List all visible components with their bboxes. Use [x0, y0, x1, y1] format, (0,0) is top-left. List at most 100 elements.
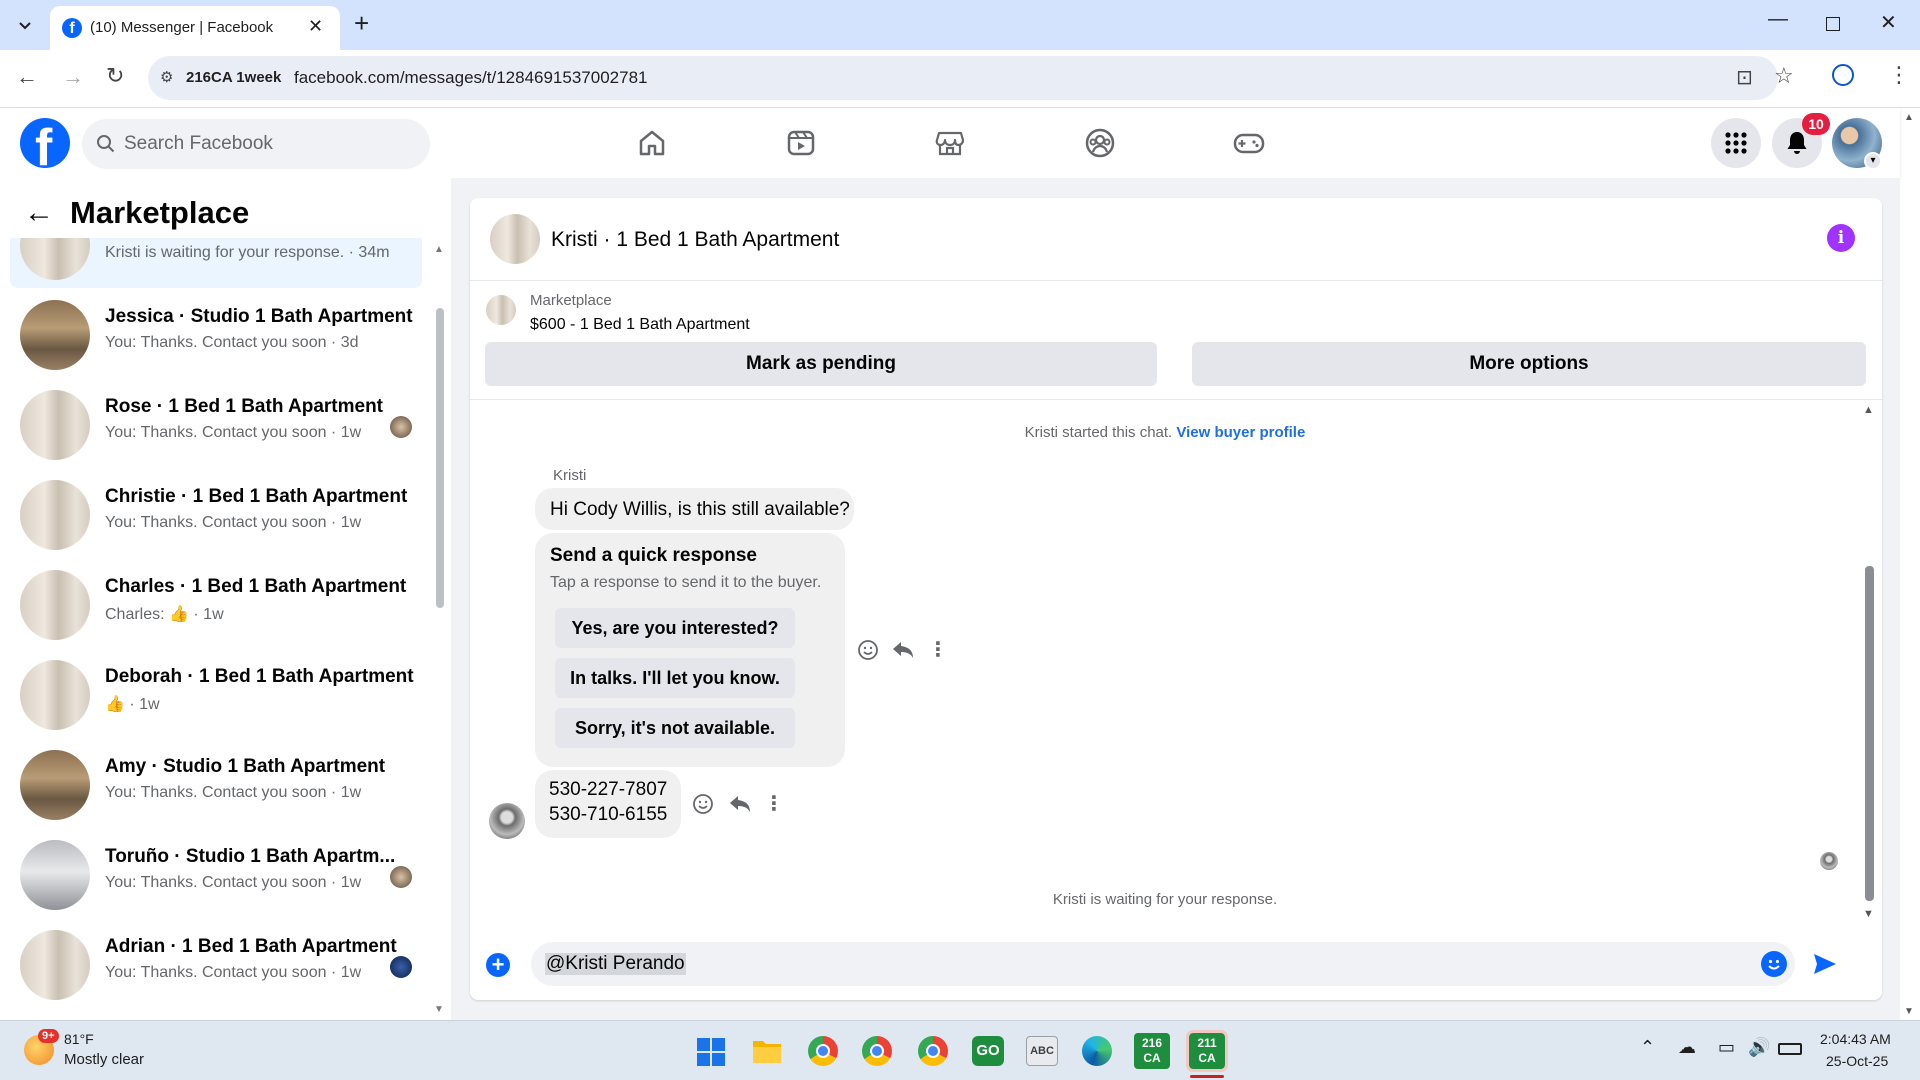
sidebar-title: Marketplace	[70, 195, 250, 230]
tab-search-button[interactable]	[10, 10, 40, 40]
new-tab-icon[interactable]: +	[354, 8, 369, 39]
conversation-list: Kristi · 1 Bed 1 Bath ApartmentKristi is…	[0, 238, 430, 1020]
minimize-icon[interactable]: —	[1768, 8, 1788, 31]
conversation-item[interactable]: Kristi · 1 Bed 1 Bath ApartmentKristi is…	[10, 238, 422, 288]
info-icon[interactable]: i	[1827, 224, 1855, 252]
browser-tab-active[interactable]: f (10) Messenger | Facebook ✕	[50, 6, 340, 50]
windows-taskbar: 9+ 81°F Mostly clear GO ABC 216 CA 211 C…	[0, 1020, 1920, 1080]
display-icon[interactable]: ▭	[1718, 1037, 1735, 1058]
weather-temp[interactable]: 81°F	[64, 1031, 94, 1047]
file-explorer-icon[interactable]	[752, 1038, 782, 1064]
message-more-icon-2[interactable]: ⋮	[764, 791, 784, 816]
react-emoji-icon[interactable]	[857, 639, 879, 661]
show-hidden-icons[interactable]: ⌃	[1640, 1037, 1655, 1058]
reply-icon[interactable]	[891, 640, 915, 660]
facebook-logo-icon[interactable]: f	[20, 118, 70, 168]
weather-description[interactable]: Mostly clear	[64, 1051, 144, 1068]
first-message-text: Hi Cody Willis, is this still available?	[550, 499, 850, 520]
url-text[interactable]: facebook.com/messages/t/1284691537002781	[294, 68, 647, 88]
message-bubble-first[interactable]: Hi Cody Willis, is this still available?	[535, 488, 854, 530]
conversation-title: Deborah · 1 Bed 1 Bath Apartment	[105, 666, 414, 687]
site-info-label[interactable]: 216CA 1week	[186, 69, 281, 86]
omnibox[interactable]: ⚙ 216CA 1week facebook.com/messages/t/12…	[148, 56, 1778, 100]
battery-icon[interactable]	[1778, 1043, 1802, 1055]
nav-home[interactable]	[592, 118, 712, 168]
nav-marketplace[interactable]	[890, 118, 1010, 168]
onedrive-icon[interactable]: ☁	[1678, 1037, 1696, 1058]
phone-number-1: 530-227-7807	[549, 779, 668, 800]
conversation-item[interactable]: Christie · 1 Bed 1 Bath Apartment You: Th…	[10, 472, 422, 558]
edge-icon[interactable]	[1082, 1036, 1112, 1066]
nav-video[interactable]	[741, 118, 861, 168]
sidebar-scroll-up-icon[interactable]: ▲	[434, 244, 444, 255]
menu-grid-button[interactable]	[1711, 118, 1761, 168]
conversation-item[interactable]: Deborah · 1 Bed 1 Bath Apartment 👍 · 1w	[10, 652, 422, 738]
message-bubble-phones[interactable]: 530-227-7807 530-710-6155	[535, 770, 681, 838]
reply-icon-2[interactable]	[728, 794, 752, 814]
clock-time[interactable]: 2:04:43 AM	[1820, 1031, 1891, 1047]
mark-as-pending-button[interactable]: Mark as pending	[485, 342, 1157, 386]
chrome-profile-3-icon[interactable]	[918, 1036, 948, 1066]
app-211ca-icon[interactable]: 211 CA	[1186, 1030, 1228, 1072]
conversation-item[interactable]: Amy · Studio 1 Bath Apartment You: Thanks…	[10, 742, 422, 828]
site-info-icon[interactable]: ⚙	[160, 68, 180, 88]
volume-icon[interactable]: 🔊	[1748, 1037, 1770, 1058]
emoji-picker-icon[interactable]	[1761, 951, 1787, 977]
quick-response-not-available-button[interactable]: Sorry, it's not available.	[555, 708, 795, 748]
send-icon[interactable]	[1812, 952, 1838, 976]
page-scroll-down-icon[interactable]: ▼	[1904, 1006, 1914, 1017]
conversation-item[interactable]: Charles · 1 Bed 1 Bath Apartment Charles:…	[10, 562, 422, 648]
tab-close-icon[interactable]: ✕	[308, 16, 323, 37]
chrome-icon[interactable]	[808, 1036, 838, 1066]
conversation-snippet: You: Thanks. Contact you soon · 1w	[105, 784, 362, 801]
sidebar-scroll-down-icon[interactable]: ▼	[434, 1004, 444, 1015]
profile-icon[interactable]	[1832, 64, 1854, 86]
chat-header-avatar[interactable]	[490, 214, 540, 264]
nav-gaming[interactable]	[1189, 118, 1309, 168]
install-app-icon[interactable]: ⊡	[1736, 65, 1753, 90]
sender-avatar-small[interactable]	[489, 803, 525, 839]
conversation-title: Christie · 1 Bed 1 Bath Apartment	[105, 486, 408, 507]
more-options-button[interactable]: More options	[1192, 342, 1866, 386]
nav-groups[interactable]	[1040, 118, 1160, 168]
search-facebook-input[interactable]: Search Facebook	[82, 119, 430, 169]
message-more-icon[interactable]: ⋮	[928, 637, 948, 662]
back-arrow-icon[interactable]: ←	[24, 196, 54, 230]
seen-by-avatar	[390, 866, 412, 888]
abc-app-icon[interactable]: ABC	[1026, 1036, 1058, 1066]
quick-response-title: Send a quick response	[550, 545, 757, 566]
clock-date[interactable]: 25-Oct-25	[1826, 1053, 1888, 1069]
conversation-item[interactable]: Jessica · Studio 1 Bath Apartment You: Th…	[10, 292, 422, 378]
restore-icon[interactable]	[1826, 17, 1840, 31]
go-app-icon[interactable]: GO	[972, 1036, 1004, 1066]
conversation-item[interactable]: Adrian · 1 Bed 1 Bath Apartment You: Than…	[10, 922, 422, 1008]
page-scroll-up-icon[interactable]: ▲	[1904, 112, 1914, 123]
reload-icon[interactable]: ↻	[106, 63, 124, 89]
forward-icon[interactable]: →	[62, 64, 84, 90]
quick-response-yes-button[interactable]: Yes, are you interested?	[555, 608, 795, 648]
bookmark-star-icon[interactable]: ☆	[1774, 63, 1794, 89]
chat-scroll-up-icon[interactable]: ▲	[1863, 404, 1874, 416]
account-chevron-icon[interactable]: ▾	[1864, 152, 1882, 170]
app-216ca-icon[interactable]: 216 CA	[1134, 1033, 1170, 1069]
conversation-item[interactable]: Rose · 1 Bed 1 Bath Apartment You: Thanks…	[10, 382, 422, 468]
browser-menu-icon[interactable]: ⋮	[1888, 62, 1910, 88]
conversation-avatar	[20, 660, 90, 730]
gaming-icon	[1233, 133, 1265, 154]
chat-scrollbar-thumb[interactable]	[1865, 566, 1874, 901]
chrome-profile-2-icon[interactable]	[862, 1036, 892, 1066]
chat-scroll-down-icon[interactable]: ▼	[1863, 908, 1874, 920]
back-icon[interactable]: ←	[16, 64, 38, 90]
close-window-icon[interactable]: ✕	[1880, 10, 1897, 35]
add-attachment-icon[interactable]: +	[486, 953, 510, 977]
quick-response-in-talks-button[interactable]: In talks. I'll let you know.	[555, 658, 795, 698]
listing-thumbnail[interactable]	[486, 295, 516, 325]
view-buyer-profile-link[interactable]: View buyer profile	[1176, 424, 1305, 441]
start-windows-icon[interactable]	[696, 1037, 726, 1067]
listing-name[interactable]: $600 - 1 Bed 1 Bath Apartment	[530, 316, 750, 334]
message-input[interactable]: @Kristi Perando	[531, 942, 1795, 986]
conversation-item[interactable]: Toruño · Studio 1 Bath Apartm... You: Tha…	[10, 832, 422, 918]
sidebar-scrollbar-thumb[interactable]	[436, 308, 444, 608]
react-emoji-icon-2[interactable]	[692, 793, 714, 815]
chat-title[interactable]: Kristi · 1 Bed 1 Bath Apartment	[551, 228, 839, 252]
